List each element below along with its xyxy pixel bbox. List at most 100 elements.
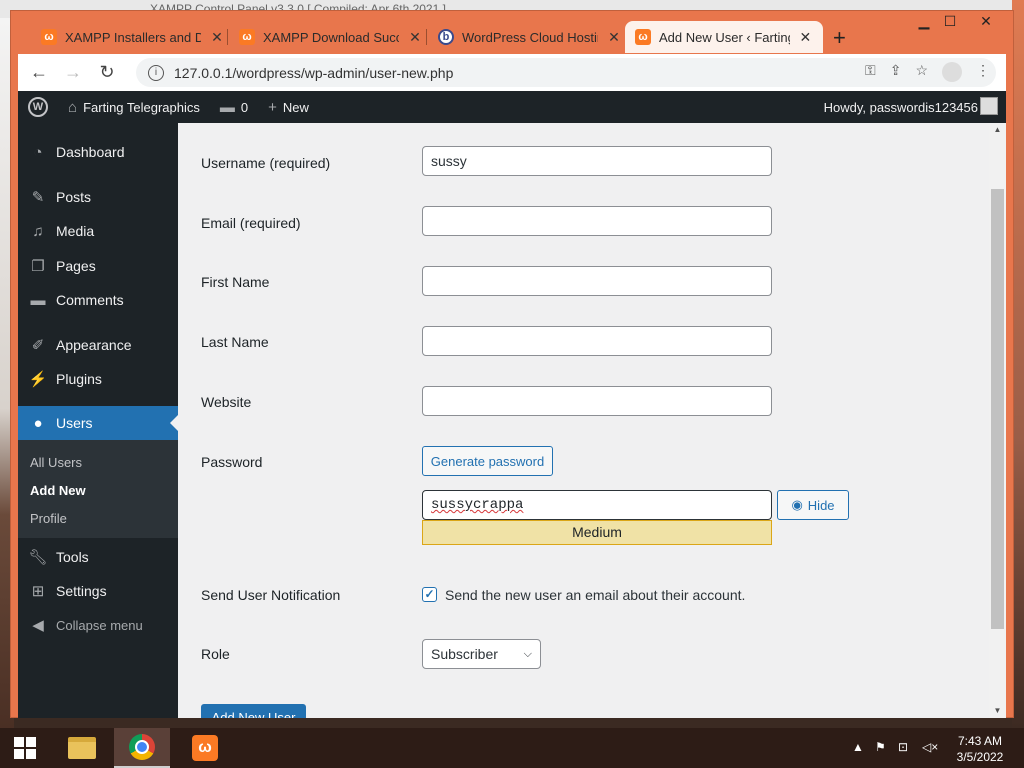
- password-field[interactable]: sussycrappa: [422, 490, 772, 520]
- sidebar-item-label: Users: [56, 415, 93, 431]
- tab-xampp-installers[interactable]: ω XAMPP Installers and Do ✕: [31, 21, 235, 53]
- sidebar-item-users[interactable]: ● Users: [18, 406, 178, 440]
- bookmark-star-icon[interactable]: ☆: [915, 62, 928, 82]
- comments-count: 0: [240, 99, 249, 115]
- start-button[interactable]: [0, 728, 50, 768]
- sidebar-item-tools[interactable]: 🔧︎ Tools: [18, 540, 178, 574]
- submenu-profile[interactable]: Profile: [30, 511, 67, 526]
- sidebar-item-label: Comments: [56, 292, 124, 308]
- last-name-field[interactable]: [422, 326, 772, 356]
- submenu-all-users[interactable]: All Users: [30, 455, 82, 470]
- wp-admin-bar: W ⌂ Farting Telegraphics ▬ 0 + New Howdy…: [18, 91, 1006, 123]
- site-name[interactable]: Farting Telegraphics: [83, 100, 200, 115]
- maximize-button[interactable]: ☐: [935, 13, 965, 30]
- scroll-down-arrow-icon[interactable]: ▼: [989, 706, 1006, 715]
- close-tab-icon[interactable]: ✕: [606, 29, 622, 46]
- browser-toolbar: ← → ↻ i 127.0.0.1/wordpress/wp-admin/use…: [18, 54, 1006, 91]
- sidebar-item-comments[interactable]: ▬ Comments: [18, 283, 178, 317]
- generate-password-button[interactable]: Generate password: [422, 446, 553, 476]
- new-tab-button[interactable]: +: [833, 25, 846, 51]
- tab-xampp-download[interactable]: ω XAMPP Download Succe ✕: [229, 21, 433, 53]
- admin-bar-comments[interactable]: ▬ 0: [220, 99, 248, 116]
- close-tab-icon[interactable]: ✕: [407, 29, 423, 46]
- sidebar-item-label: Plugins: [56, 371, 102, 387]
- hide-label: Hide: [807, 497, 835, 513]
- tray-expand-icon[interactable]: ▲: [852, 740, 864, 754]
- action-center-flag-icon[interactable]: ⚑: [875, 740, 886, 754]
- send-notification-text[interactable]: Send the new user an email about their a…: [445, 587, 745, 603]
- folder-icon: [68, 737, 96, 759]
- sidebar-item-media[interactable]: ♫ Media: [18, 214, 178, 248]
- website-field[interactable]: [422, 386, 772, 416]
- close-tab-icon[interactable]: ✕: [798, 29, 813, 46]
- tab-wordpress-hosting[interactable]: b WordPress Cloud Hosting ✕: [428, 21, 632, 53]
- wordpress-logo-icon[interactable]: W: [28, 97, 48, 117]
- sidebar-item-label: Pages: [56, 258, 96, 274]
- profile-avatar-icon[interactable]: [942, 62, 962, 82]
- hide-password-button[interactable]: ◉ Hide: [777, 490, 849, 520]
- reload-icon[interactable]: ↻: [94, 62, 120, 83]
- add-new-user-button[interactable]: Add New User: [201, 704, 306, 718]
- page-scrollbar[interactable]: ▲ ▼: [989, 123, 1006, 718]
- pages-icon: ❐: [31, 258, 45, 275]
- back-arrow-icon[interactable]: ←: [26, 62, 52, 83]
- xampp-icon: ω: [192, 735, 218, 761]
- xampp-icon: ω: [239, 29, 255, 45]
- menu-dots-icon[interactable]: ⋮: [976, 62, 990, 82]
- collapse-arrow-icon: ◀: [32, 617, 44, 634]
- chrome-icon: [129, 734, 155, 760]
- first-name-field[interactable]: [422, 266, 772, 296]
- admin-bar-new[interactable]: + New: [268, 99, 309, 116]
- home-icon: ⌂: [68, 98, 78, 116]
- password-strength-meter: Medium: [422, 520, 772, 545]
- wordpress-hosting-icon: b: [438, 29, 454, 45]
- forward-arrow-icon[interactable]: →: [60, 62, 86, 83]
- admin-bar-site[interactable]: ⌂ Farting Telegraphics: [68, 99, 200, 116]
- role-select[interactable]: Subscriber ⌵: [422, 639, 541, 669]
- submenu-add-new[interactable]: Add New: [30, 483, 86, 498]
- sidebar-item-settings[interactable]: ⊞ Settings: [18, 574, 178, 608]
- first-name-label: First Name: [201, 274, 270, 290]
- scrollbar-thumb[interactable]: [991, 189, 1004, 629]
- url-text[interactable]: 127.0.0.1/wordpress/wp-admin/user-new.ph…: [174, 65, 453, 81]
- key-icon[interactable]: ⚿: [865, 62, 876, 82]
- sidebar-item-dashboard[interactable]: ◔ Dashboard: [18, 135, 178, 169]
- sidebar-item-label: Dashboard: [56, 144, 125, 160]
- email-field[interactable]: [422, 206, 772, 236]
- username-field[interactable]: sussy: [422, 146, 772, 176]
- clock-time: 7:43 AM: [957, 734, 1003, 748]
- site-info-icon[interactable]: i: [148, 64, 164, 81]
- network-icon[interactable]: ⊡: [898, 740, 908, 754]
- pin-icon: ✎: [31, 189, 45, 206]
- taskbar-chrome[interactable]: [114, 728, 170, 768]
- sidebar-item-plugins[interactable]: ⚡ Plugins: [18, 362, 178, 396]
- role-label: Role: [201, 646, 230, 662]
- sidebar-item-appearance[interactable]: ✐ Appearance: [18, 328, 178, 362]
- sidebar-item-posts[interactable]: ✎ Posts: [18, 180, 178, 214]
- last-name-label: Last Name: [201, 334, 269, 350]
- plus-icon: +: [268, 98, 277, 116]
- sidebar-item-pages[interactable]: ❐ Pages: [18, 249, 178, 283]
- howdy-user[interactable]: Howdy, passwordis123456: [824, 100, 978, 115]
- close-window-button[interactable]: ✕: [971, 13, 1001, 30]
- user-avatar[interactable]: [980, 97, 998, 115]
- volume-muted-icon[interactable]: ◁×: [922, 740, 938, 754]
- role-value: Subscriber: [431, 646, 498, 662]
- windows-taskbar: ω ▲ ⚑ ⊡ ◁× 7:43 AM 3/5/2022: [0, 728, 1024, 768]
- taskbar-xampp[interactable]: ω: [177, 728, 233, 768]
- add-user-form: Username (required) sussy Email (require…: [178, 123, 989, 718]
- close-tab-icon[interactable]: ✕: [209, 29, 225, 46]
- send-notification-checkbox[interactable]: ✓: [422, 587, 437, 602]
- taskbar-clock[interactable]: 7:43 AM 3/5/2022: [948, 733, 1012, 765]
- password-label: Password: [201, 454, 263, 470]
- taskbar-file-explorer[interactable]: [54, 728, 110, 768]
- windows-logo-icon: [14, 737, 36, 759]
- collapse-menu-button[interactable]: ◀ Collapse menu: [18, 608, 178, 642]
- scroll-up-arrow-icon[interactable]: ▲: [989, 125, 1006, 134]
- share-icon[interactable]: ⇪: [890, 62, 902, 82]
- sidebar-item-label: Posts: [56, 189, 92, 205]
- comment-icon: ▬: [219, 98, 235, 116]
- tab-label: XAMPP Download Succe: [263, 29, 399, 45]
- tab-add-new-user[interactable]: ω Add New User ‹ Farting T ✕: [625, 21, 823, 53]
- address-bar[interactable]: i 127.0.0.1/wordpress/wp-admin/user-new.…: [136, 58, 996, 87]
